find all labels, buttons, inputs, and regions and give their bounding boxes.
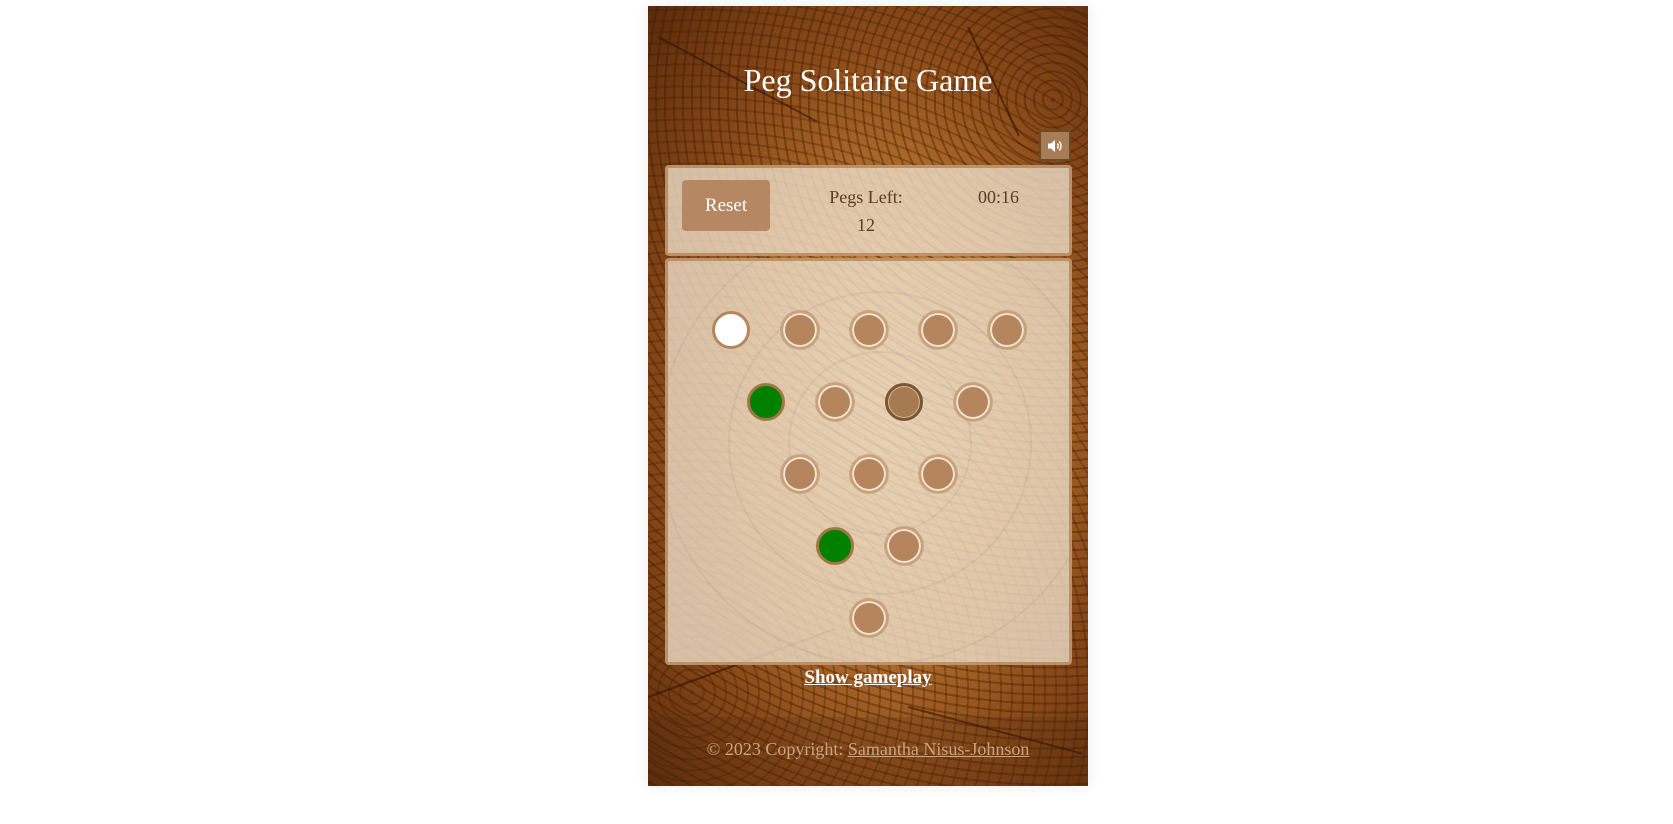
peg[interactable] <box>850 455 888 493</box>
reset-button[interactable]: Reset <box>682 180 770 231</box>
valid-move-hole[interactable] <box>815 527 854 565</box>
controls-panel: Reset Pegs Left: 12 00:16 <box>665 165 1072 256</box>
peg[interactable] <box>884 527 923 565</box>
peg[interactable] <box>815 383 854 421</box>
selected-peg[interactable] <box>884 383 923 421</box>
sound-toggle-button[interactable] <box>1039 130 1071 161</box>
speaker-icon <box>1048 139 1062 152</box>
valid-move-hole[interactable] <box>746 383 785 421</box>
show-gameplay-link[interactable]: Show gameplay <box>648 667 1088 689</box>
peg[interactable] <box>781 311 819 349</box>
game-timer: 00:16 <box>978 187 1020 207</box>
pegs-left-label: Pegs Left: <box>829 187 903 207</box>
peg[interactable] <box>953 383 992 421</box>
peg[interactable] <box>781 455 819 493</box>
peg[interactable] <box>919 455 957 493</box>
game-board <box>665 258 1072 665</box>
author-link[interactable]: Samantha Nisus-Johnson <box>848 739 1030 759</box>
game-container: Peg Solitaire Game Reset Pegs Left: 12 0… <box>648 6 1088 786</box>
pegs-left-counter: Pegs Left: 12 <box>816 183 916 239</box>
footer: © 2023 Copyright: Samantha Nisus-Johnson <box>648 717 1088 786</box>
peg[interactable] <box>988 311 1026 349</box>
peg[interactable] <box>850 311 888 349</box>
pegs-left-value: 12 <box>857 215 875 235</box>
empty-hole[interactable] <box>712 311 750 349</box>
peg[interactable] <box>850 599 888 637</box>
peg[interactable] <box>919 311 957 349</box>
copyright-text: © 2023 Copyright: <box>706 739 848 759</box>
page-title: Peg Solitaire Game <box>743 62 993 98</box>
